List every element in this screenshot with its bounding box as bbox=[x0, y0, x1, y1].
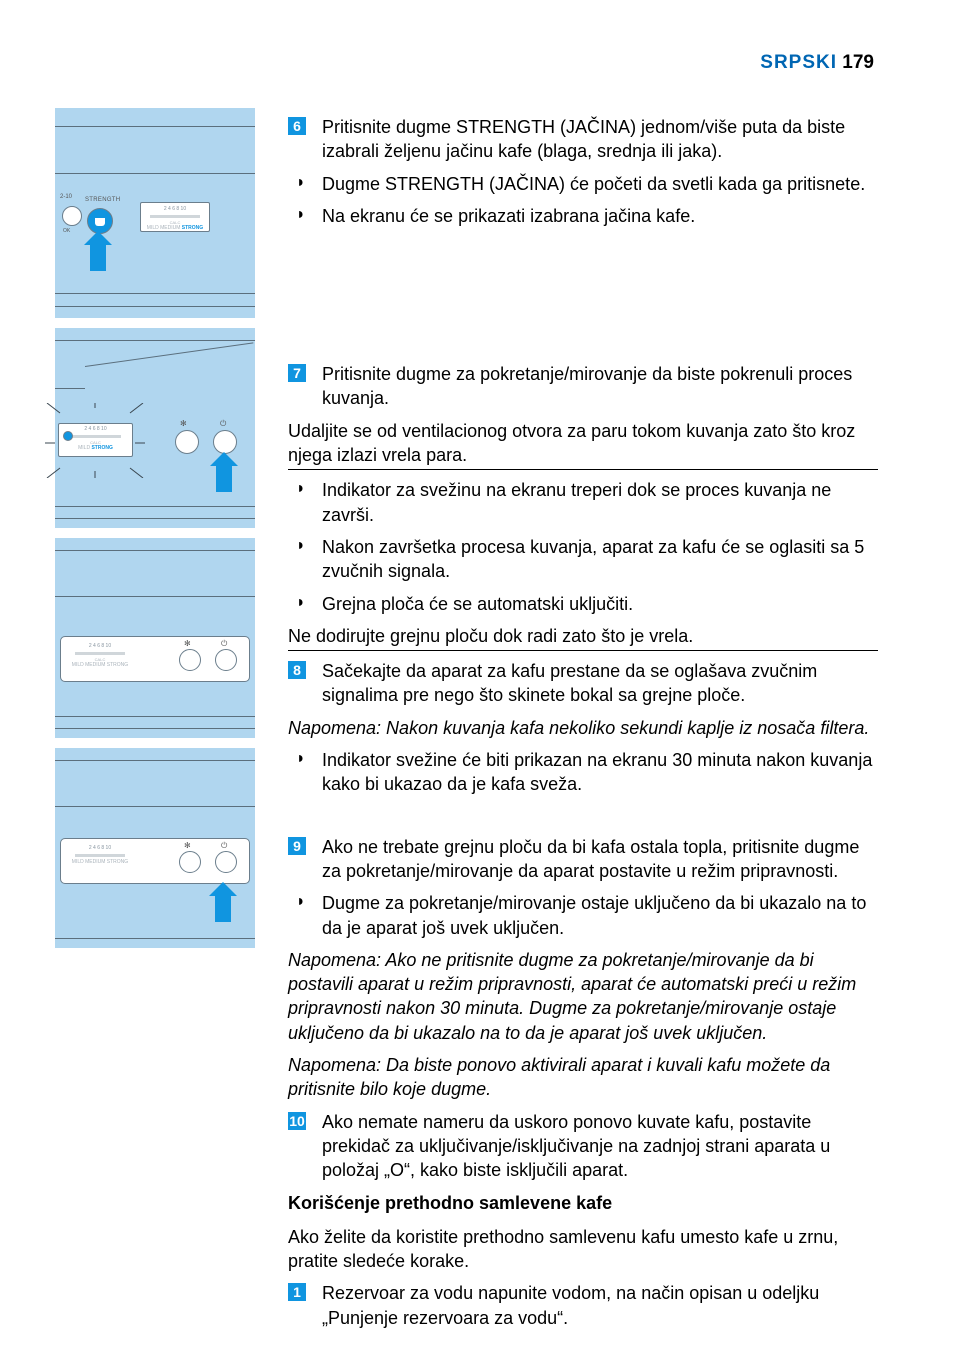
standby-button-icon bbox=[179, 851, 201, 873]
language-label: SRPSKI bbox=[760, 52, 837, 73]
display-labels: 2 4 6 8 10 CALC MILD MEDIUM STRONG bbox=[65, 643, 135, 675]
step-number-6: 6 bbox=[288, 117, 306, 135]
label-210: 2-10 bbox=[60, 193, 72, 201]
step-6-bullet-2: Na ekranu će se prikazati izabrana jačin… bbox=[288, 204, 878, 228]
illustration-step9: 2 4 6 8 10 MILD MEDIUM STRONG ✻ ⏻ bbox=[55, 748, 255, 948]
step-9-text: Ako ne trebate grejnu ploču da bi kafa o… bbox=[322, 837, 859, 881]
page-number: 179 bbox=[842, 52, 874, 73]
label-ok: OK bbox=[63, 228, 70, 235]
step-number-1: 1 bbox=[288, 1283, 306, 1301]
power-symbol-icon: ⏻ bbox=[221, 639, 227, 650]
illustration-step7: 2 4 6 8 10 CALC MILD STRONG ✻ ⏻ bbox=[55, 328, 255, 528]
step-7-text: Pritisnite dugme za pokretanje/mirovanje… bbox=[322, 364, 852, 408]
action-arrow-icon bbox=[88, 231, 108, 271]
note-drip: Napomena: Nakon kuvanja kafa nekoliko se… bbox=[288, 716, 878, 740]
control-panel: 2 4 6 8 10 MILD MEDIUM STRONG ✻ ⏻ bbox=[60, 838, 250, 884]
step-6-bullet-1: Dugme STRENGTH (JAČINA) će početi da sve… bbox=[288, 172, 878, 196]
step-8-text: Sačekajte da aparat za kafu prestane da … bbox=[322, 661, 817, 705]
display-panel: 2 4 6 8 10 CALC MILD MEDIUM STRONG bbox=[140, 202, 210, 232]
step-number-8: 8 bbox=[288, 661, 306, 679]
action-arrow-icon bbox=[213, 882, 233, 922]
step-6-text: Pritisnite dugme STRENGTH (JAČINA) jedno… bbox=[322, 117, 845, 161]
power-button-icon bbox=[215, 649, 237, 671]
action-arrow-icon bbox=[214, 452, 234, 492]
power-button-icon bbox=[213, 430, 237, 454]
step-number-9: 9 bbox=[288, 837, 306, 855]
burst-lines-icon bbox=[45, 403, 145, 478]
illustration-step6: 2-10 STRENGTH OK 2 4 6 8 10 CALC MILD ME… bbox=[55, 108, 255, 318]
step-1-preground: 1 Rezervoar za vodu napunite vodom, na n… bbox=[288, 1281, 878, 1330]
standby-button-icon bbox=[175, 430, 199, 454]
burst-small-icon: ✻ bbox=[184, 841, 191, 852]
step-7-bullet-2: Nakon završetka procesa kuvanja, aparat … bbox=[288, 535, 878, 584]
step-1-text: Rezervoar za vodu napunite vodom, na nač… bbox=[322, 1283, 819, 1327]
step-8-bullet-1: Indikator svežine će biti prikazan na ek… bbox=[288, 748, 878, 797]
control-panel: 2 4 6 8 10 CALC MILD MEDIUM STRONG ✻ ⏻ bbox=[60, 636, 250, 682]
warning-steam: Udaljite se od ventilacionog otvora za p… bbox=[288, 419, 878, 471]
subheading-preground: Korišćenje prethodno samlevene kafe bbox=[288, 1191, 878, 1215]
power-button-icon bbox=[215, 851, 237, 873]
step-9: 9 Ako ne trebate grejnu ploču da bi kafa… bbox=[288, 835, 878, 884]
note-standby: Napomena: Ako ne pritisnite dugme za pok… bbox=[288, 948, 878, 1045]
burst-small-icon: ✻ bbox=[180, 419, 187, 430]
illustration-step8: 2 4 6 8 10 CALC MILD MEDIUM STRONG ✻ ⏻ bbox=[55, 538, 255, 738]
text-content: 6 Pritisnite dugme STRENGTH (JAČINA) jed… bbox=[288, 115, 878, 1338]
step-10-text: Ako nemate nameru da uskoro ponovo kuvat… bbox=[322, 1112, 830, 1181]
note-reactivate: Napomena: Da biste ponovo aktivirali apa… bbox=[288, 1053, 878, 1102]
step-number-10: 10 bbox=[288, 1112, 306, 1130]
step-7-bullet-3: Grejna ploča će se automatski uključiti. bbox=[288, 592, 878, 616]
dial-small-icon bbox=[62, 206, 82, 226]
step-number-7: 7 bbox=[288, 364, 306, 382]
standby-button-icon bbox=[179, 649, 201, 671]
warning-hotplate: Ne dodirujte grejnu ploču dok radi zato … bbox=[288, 624, 878, 651]
step-6: 6 Pritisnite dugme STRENGTH (JAČINA) jed… bbox=[288, 115, 878, 164]
step-10: 10 Ako nemate nameru da uskoro ponovo ku… bbox=[288, 1110, 878, 1183]
power-symbol-icon: ⏻ bbox=[221, 841, 227, 852]
step-7: 7 Pritisnite dugme za pokretanje/mirovan… bbox=[288, 362, 878, 411]
power-symbol-icon: ⏻ bbox=[220, 419, 226, 430]
page-header: SRPSKI 179 bbox=[760, 50, 874, 76]
burst-small-icon: ✻ bbox=[184, 639, 191, 650]
intro-preground: Ako želite da koristite prethodno samlev… bbox=[288, 1225, 878, 1274]
label-strength: STRENGTH bbox=[85, 196, 120, 204]
step-7-bullet-1: Indikator za svežinu na ekranu treperi d… bbox=[288, 478, 878, 527]
step-8: 8 Sačekajte da aparat za kafu prestane d… bbox=[288, 659, 878, 708]
illustration-column: 2-10 STRENGTH OK 2 4 6 8 10 CALC MILD ME… bbox=[55, 108, 255, 958]
display-labels: 2 4 6 8 10 MILD MEDIUM STRONG bbox=[65, 845, 135, 877]
step-9-bullet-1: Dugme za pokretanje/mirovanje ostaje ukl… bbox=[288, 891, 878, 940]
